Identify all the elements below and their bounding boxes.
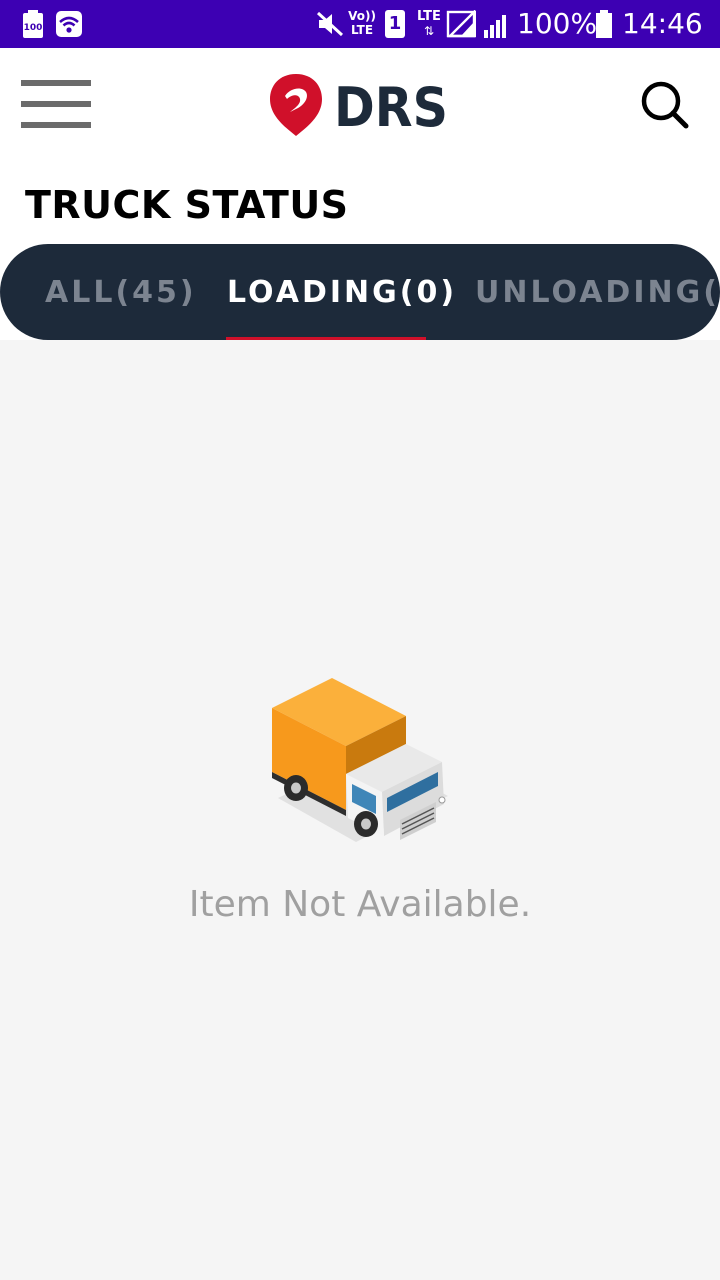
- hamburger-line: [21, 101, 91, 107]
- menu-button[interactable]: [20, 78, 92, 130]
- svg-text:DRS: DRS: [334, 76, 448, 138]
- wifi-icon: [56, 11, 82, 37]
- status-bar: 100 Vo)) LTE 1 LTE ⇅ 100% 14:46: [0, 0, 720, 48]
- volte-icon: Vo)) LTE: [348, 9, 376, 39]
- svg-text:100: 100: [24, 23, 43, 33]
- volte-label: Vo)): [348, 9, 376, 23]
- drs-logo: DRS: [270, 74, 448, 138]
- data-arrows-icon: ⇅: [423, 24, 435, 38]
- signal-icon: [484, 15, 506, 38]
- tab-loading[interactable]: LOADING(0): [227, 244, 457, 340]
- mute-icon: [316, 11, 344, 37]
- delivery-truck-icon: [272, 678, 448, 842]
- lte-data-icon: LTE ⇅: [415, 9, 443, 39]
- empty-state: Item Not Available.: [0, 340, 720, 1280]
- tab-all[interactable]: ALL(45): [45, 244, 197, 340]
- battery-icon: [596, 10, 612, 38]
- tab-unloading[interactable]: UNLOADING(1: [475, 244, 720, 340]
- page-title: TRUCK STATUS: [25, 183, 349, 227]
- app-bar: DRS TRUCK STATUS ALL(45) LOADING(0) UNLO…: [0, 48, 720, 340]
- battery-percentage: 100%: [517, 7, 598, 40]
- hamburger-menu-icon: [21, 80, 91, 86]
- search-button[interactable]: [636, 76, 692, 132]
- battery-saver-icon: 100: [23, 10, 43, 38]
- lte-data-label: LTE: [417, 9, 441, 24]
- sim-1-icon: 1: [385, 10, 405, 38]
- hamburger-line: [21, 122, 91, 128]
- status-tab-bar: ALL(45) LOADING(0) UNLOADING(1: [0, 244, 720, 340]
- location-pin-icon: [270, 74, 322, 136]
- search-icon: [641, 81, 689, 129]
- signal-icon: [446, 10, 476, 38]
- empty-state-message: Item Not Available.: [188, 884, 532, 925]
- clock: 14:46: [622, 7, 703, 40]
- lte-label: LTE: [350, 23, 374, 37]
